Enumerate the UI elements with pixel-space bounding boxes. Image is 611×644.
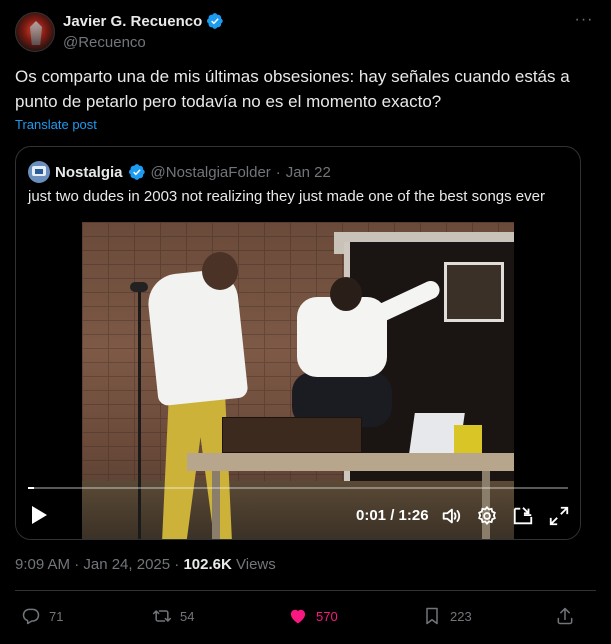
play-icon[interactable] — [30, 505, 48, 525]
translate-post-link[interactable]: Translate post — [15, 117, 97, 132]
person1-head-shape — [202, 252, 238, 290]
bookmark-icon — [426, 607, 438, 625]
verified-badge-icon — [207, 13, 223, 29]
author-handle[interactable]: @Recuenco — [63, 34, 224, 51]
share-icon — [557, 607, 573, 625]
quoted-author-handle: @NostalgiaFolder — [150, 163, 271, 181]
more-options-icon[interactable]: ··· — [574, 12, 594, 34]
bookmark-count: 223 — [450, 608, 472, 624]
quoted-date: Jan 22 — [285, 163, 331, 181]
person1-body-shape — [145, 267, 249, 407]
reply-button[interactable]: 71 — [21, 606, 63, 626]
author-name-text[interactable]: Javier G. Recuenco — [63, 13, 202, 30]
repost-count: 54 — [180, 608, 195, 624]
tweet-actions: 71 54 570 223 — [15, 600, 596, 634]
person2-head-shape — [330, 277, 362, 311]
quoted-tweet-text: just two dudes in 2003 not realizing the… — [28, 188, 545, 205]
pedal-box-shape — [454, 425, 482, 453]
quoted-verified-badge-icon — [128, 164, 145, 180]
like-button[interactable]: 570 — [288, 606, 338, 626]
tweet-meta: 9:09 AM · Jan 24, 2025 · 102.6K Views — [15, 556, 276, 573]
views-label: Views — [236, 556, 276, 573]
window-shape — [444, 262, 504, 322]
repost-button[interactable]: 54 — [152, 606, 194, 626]
heart-icon — [290, 609, 306, 624]
repost-icon — [152, 610, 172, 622]
video-frame[interactable] — [82, 222, 514, 539]
video-time: 0:01 / 1:26 — [356, 507, 429, 524]
quoted-author-avatar — [28, 161, 50, 183]
quoted-tweet-header: Nostalgia @NostalgiaFolder · Jan 22 — [28, 161, 331, 183]
microphone-shape — [130, 282, 148, 292]
tweet-header: Javier G. Recuenco @Recuenco ··· — [15, 10, 596, 54]
video-progress-bar[interactable] — [28, 487, 568, 489]
share-button[interactable] — [555, 606, 575, 626]
volume-icon[interactable] — [440, 505, 462, 527]
mic-stand-shape — [138, 282, 141, 539]
bookmark-button[interactable]: 223 — [422, 606, 472, 626]
picture-in-picture-icon[interactable] — [512, 505, 534, 527]
author-name-block: Javier G. Recuenco @Recuenco — [63, 12, 224, 51]
quoted-tweet[interactable]: Nostalgia @NostalgiaFolder · Jan 22 just… — [15, 146, 581, 540]
table-leg-shape — [212, 471, 220, 539]
video-player[interactable]: 0:01 / 1:26 — [16, 222, 580, 539]
settings-gear-icon[interactable] — [476, 505, 498, 527]
like-count: 570 — [316, 608, 338, 624]
reply-count: 71 — [49, 608, 64, 624]
tweet-text: Os comparto una de mis últimas obsesione… — [15, 67, 570, 111]
author-display-name[interactable]: Javier G. Recuenco — [63, 12, 224, 30]
tweet-timestamp[interactable]: 9:09 AM · Jan 24, 2025 — [15, 556, 170, 573]
amp-shape — [222, 417, 362, 453]
table-shape — [187, 453, 514, 471]
meta-separator: · — [170, 556, 184, 573]
reply-icon — [22, 608, 40, 625]
views-count: 102.6K — [183, 556, 232, 573]
author-avatar[interactable] — [15, 12, 55, 52]
quoted-separator-dot: · — [275, 163, 281, 181]
fullscreen-icon[interactable] — [548, 505, 570, 527]
quoted-author-name: Nostalgia — [55, 163, 123, 181]
video-progress-fill — [28, 487, 35, 489]
divider — [15, 590, 596, 591]
